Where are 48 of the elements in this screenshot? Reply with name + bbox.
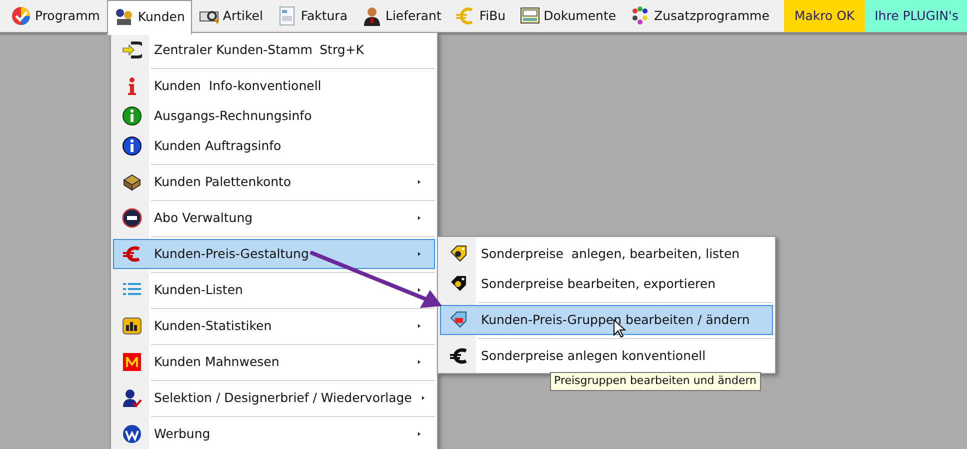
euro-icon (449, 346, 469, 366)
menu-item[interactable]: Kunden Palettenkonto (113, 167, 435, 197)
menu-tab[interactable]: FiBu (448, 0, 513, 32)
status-label: Ihre PLUGIN's (864, 0, 967, 32)
round-emblem-icon (122, 208, 142, 228)
menu-item[interactable]: Werbung (113, 419, 435, 449)
m-emblem-icon (122, 352, 142, 372)
euro-icon (122, 244, 142, 264)
menu-tab[interactable]: Programm (4, 0, 107, 32)
menu-item[interactable]: Kunden-Preis-Gruppen bearbeiten / ändern (440, 305, 773, 335)
menu-tab[interactable]: Zusatzprogramme (623, 0, 776, 32)
pallet-icon (122, 172, 142, 192)
menu-item[interactable]: Ausgangs-Rechnungsinfo (113, 101, 435, 131)
tooltip: Preisgruppen bearbeiten und ändern (550, 372, 761, 390)
check-logo-icon (11, 6, 31, 26)
menu-tab[interactable]: Kunden (106, 0, 192, 34)
price-tag-icon (449, 274, 469, 294)
menu-tab[interactable]: Faktura (270, 0, 354, 32)
menu-item[interactable]: Sonderpreise anlegen konventionell (440, 341, 773, 371)
menu-item[interactable]: Sonderpreise bearbeiten, exportieren (440, 269, 773, 299)
menu-item[interactable]: Abo Verwaltung (113, 203, 435, 233)
menu-item[interactable]: Sonderpreise anlegen, bearbeiten, listen (440, 239, 773, 269)
menu-item[interactable]: Selektion / Designerbrief / Wiedervorlage (113, 383, 435, 413)
bar-chart-icon (122, 316, 142, 336)
menu-tab[interactable]: Lieferant (354, 0, 448, 32)
menu-item[interactable]: Kunden Info-konventionell (113, 71, 435, 101)
menu-tab[interactable]: Artikel (192, 0, 270, 32)
document-icon (276, 6, 297, 26)
user-check-icon (122, 388, 142, 408)
menu-tab[interactable]: Dokumente (512, 0, 624, 32)
menu-item[interactable]: Kunden-Preis-Gestaltung (113, 239, 435, 269)
status-label: Makro OK (784, 0, 865, 32)
menu-item[interactable]: Kunden-Listen (113, 275, 435, 305)
dots-icon (630, 6, 650, 26)
price-tag-icon (449, 244, 469, 264)
menu-item[interactable]: Kunden Mahnwesen (113, 347, 435, 377)
menu-item[interactable]: Kunden Auftragsinfo (113, 131, 435, 161)
info-icon (122, 106, 142, 126)
login-icon (122, 40, 142, 60)
people-icon (114, 7, 134, 27)
round-emblem-icon (122, 424, 142, 444)
person-icon (362, 6, 382, 26)
info-icon (122, 136, 142, 156)
tray-icon (520, 6, 540, 26)
menu-item[interactable]: Kunden-Statistiken (113, 311, 435, 341)
euro-icon (455, 6, 476, 26)
price-tag-icon (449, 310, 469, 330)
menu-item[interactable]: Zentraler Kunden-Stamm Strg+K (113, 35, 435, 65)
